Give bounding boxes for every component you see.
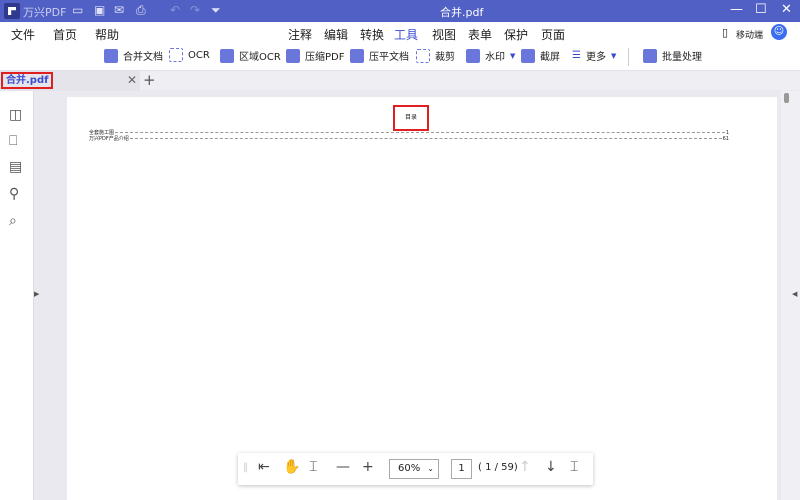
menu-edit[interactable]: 编辑	[324, 26, 348, 43]
compress-icon	[286, 48, 300, 63]
print-icon[interactable]: ⎙	[136, 3, 146, 18]
menu-lines-icon: ☰	[572, 50, 581, 61]
area-ocr-icon	[220, 48, 234, 63]
menu-home[interactable]: 首页	[53, 26, 77, 43]
attachment-icon[interactable]: ⚲	[9, 186, 19, 202]
thumbnails-icon[interactable]: ◫	[9, 107, 22, 123]
maximize-button[interactable]: ☐	[755, 2, 767, 17]
app-name: 万兴PDF	[23, 6, 67, 19]
screenshot-button[interactable]: 截屏	[521, 48, 560, 63]
merge-button[interactable]: 合并文档	[104, 48, 163, 63]
ocr-button[interactable]: OCR	[169, 48, 210, 62]
menu-file[interactable]: 文件	[11, 26, 35, 43]
close-button[interactable]: ✕	[781, 2, 792, 17]
merge-icon	[104, 48, 118, 63]
tab-bar: 合并.pdf ✕ +	[0, 70, 800, 91]
previous-page-icon[interactable]: ↑	[519, 459, 531, 475]
menu-form[interactable]: 表单	[468, 26, 492, 43]
open-folder-icon[interactable]: ▭	[72, 3, 83, 17]
expand-right-panel-icon[interactable]: ◀	[792, 290, 797, 298]
fit-height-icon[interactable]: ⌶	[570, 459, 578, 475]
drag-handle[interactable]: ‖	[243, 462, 248, 473]
bookmark-icon[interactable]: ⎕	[9, 133, 17, 149]
close-tab-icon[interactable]: ✕	[127, 73, 137, 87]
scrollbar-thumb[interactable]	[784, 93, 789, 103]
tools-toolbar: 合并文档 OCR 区域OCR 压缩PDF 压平文档 裁剪 水印 ▼ 截屏 ☰ 更多 ▼…	[0, 44, 800, 70]
leader-dots	[129, 138, 722, 139]
menu-tools[interactable]: 工具	[394, 26, 419, 46]
title-bar: 万兴PDF ▭ ▣ ✉ ⎙ ↶ ↷ ⏷ 合并.pdf — ☐ ✕	[0, 0, 800, 22]
menu-annotate[interactable]: 注释	[288, 26, 312, 43]
page-number-input[interactable]: 1	[451, 459, 472, 479]
area-ocr-button[interactable]: 区域OCR	[220, 48, 281, 63]
app-logo-icon	[4, 3, 20, 19]
flatten-icon	[350, 48, 364, 63]
leader-dots	[115, 132, 725, 133]
quick-access-dropdown-icon[interactable]: ⏷	[211, 3, 221, 18]
menu-help[interactable]: 帮助	[95, 26, 119, 43]
chevron-down-icon: ▼	[510, 51, 516, 60]
next-page-icon[interactable]: ↓	[545, 459, 557, 475]
menu-view[interactable]: 视图	[432, 26, 456, 43]
menu-page[interactable]: 页面	[541, 26, 565, 43]
left-sidebar: ◫ ⎕ ▤ ⚲ ⌕	[0, 91, 34, 500]
fit-page-icon[interactable]: ⇤	[258, 459, 270, 475]
chevron-down-icon: ⌄	[427, 464, 434, 473]
batch-process-button[interactable]: 批量处理	[643, 48, 702, 63]
comment-icon[interactable]: ▤	[9, 159, 22, 175]
mobile-label[interactable]: 移动端	[736, 28, 763, 41]
camera-icon	[521, 48, 535, 63]
page-navigation-bar: ‖ ⇤ ✋ ⌶ — + 60% ⌄ 1 ( 1 / 59) ↑ ↓ ⌶	[238, 453, 593, 485]
ocr-icon	[169, 48, 183, 62]
expand-left-panel-icon[interactable]: ▶	[34, 290, 39, 298]
watermark-icon	[466, 48, 480, 63]
new-tab-button[interactable]: +	[143, 71, 156, 89]
menu-protect[interactable]: 保护	[504, 26, 528, 43]
search-icon[interactable]: ⌕	[9, 213, 17, 229]
flatten-button[interactable]: 压平文档	[350, 48, 409, 63]
mobile-icon[interactable]: ▯	[722, 26, 728, 39]
batch-icon	[643, 48, 657, 63]
document-tab[interactable]: 合并.pdf ✕	[0, 71, 140, 91]
minimize-button[interactable]: —	[730, 2, 743, 17]
zoom-out-icon[interactable]: —	[336, 459, 350, 475]
save-icon[interactable]: ▣	[94, 3, 105, 17]
crop-icon	[416, 48, 430, 63]
select-tool-icon[interactable]: ⌶	[309, 459, 317, 475]
zoom-select[interactable]: 60% ⌄	[389, 459, 439, 479]
zoom-in-icon[interactable]: +	[362, 459, 374, 475]
pdf-page: 目录 全套施工图 1 万兴PDF产品介绍 61	[67, 97, 777, 500]
compress-button[interactable]: 压缩PDF	[286, 48, 344, 63]
hand-tool-icon[interactable]: ✋	[283, 459, 300, 475]
menu-convert[interactable]: 转换	[360, 26, 384, 43]
watermark-button[interactable]: 水印 ▼	[466, 48, 515, 63]
user-avatar[interactable]: ☺	[771, 24, 787, 40]
redo-icon[interactable]: ↷	[190, 3, 200, 17]
page-count: ( 1 / 59)	[478, 462, 518, 473]
chevron-down-icon: ▼	[610, 51, 617, 60]
divider	[628, 48, 629, 66]
tab-label[interactable]: 合并.pdf	[1, 72, 54, 89]
more-button[interactable]: ☰ 更多 ▼	[572, 48, 616, 63]
toc-entry[interactable]: 万兴PDF产品介绍 61	[89, 135, 729, 143]
mail-icon[interactable]: ✉	[114, 3, 124, 17]
undo-icon[interactable]: ↶	[170, 3, 180, 17]
menu-bar: 文件 首页 帮助 注释 编辑 转换 工具 视图 表单 保护 页面 ▯ 移动端 ☺	[0, 22, 800, 46]
toc-title: 目录	[393, 105, 429, 131]
document-title: 合并.pdf	[440, 6, 484, 19]
crop-button[interactable]: 裁剪	[416, 48, 455, 63]
